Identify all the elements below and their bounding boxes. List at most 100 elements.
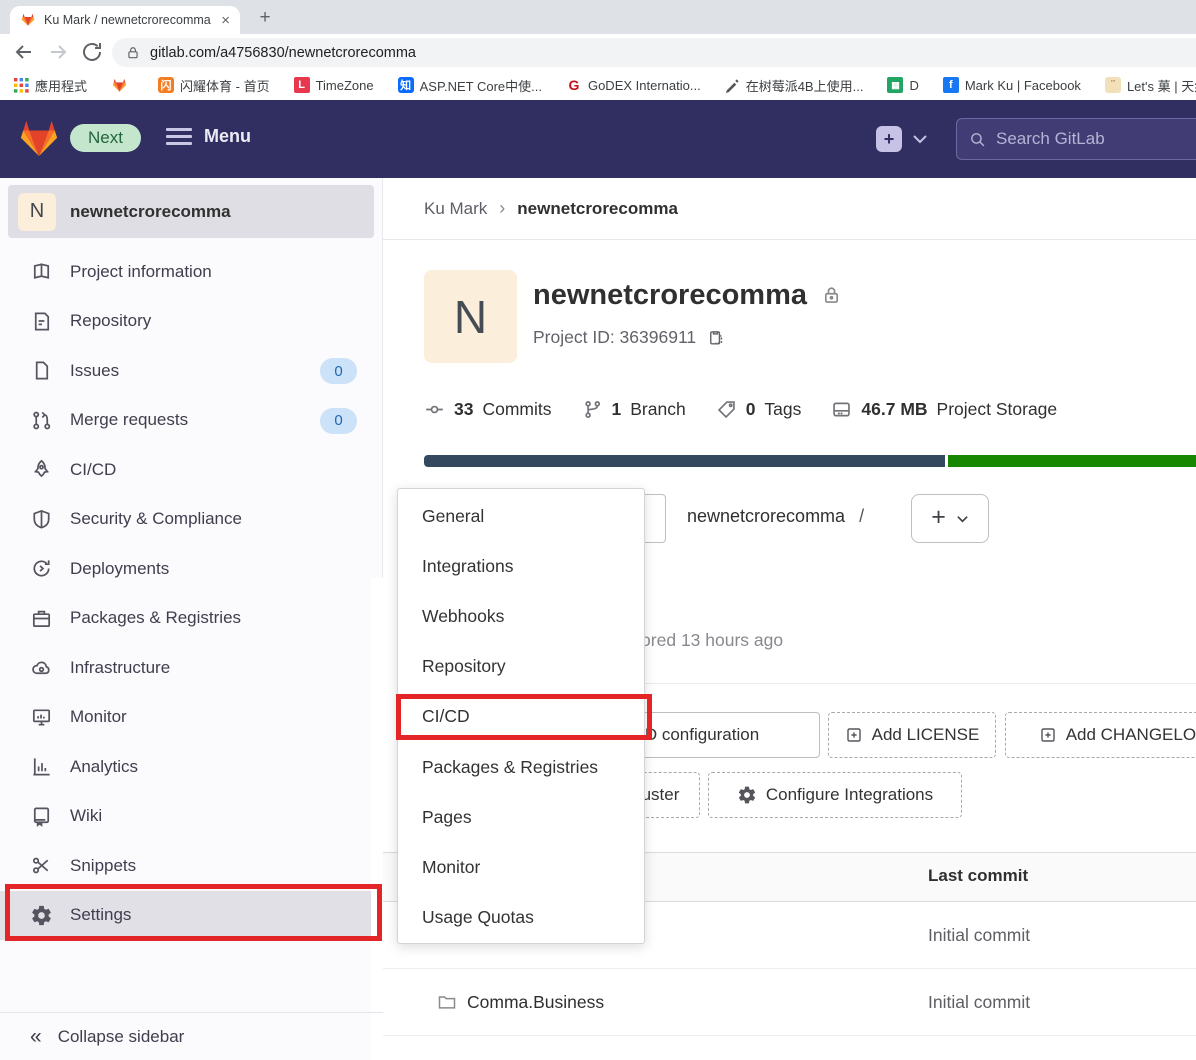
browser-tab[interactable]: Ku Mark / newnetcrorecomma ×: [10, 6, 240, 34]
url-text: gitlab.com/a4756830/newnetcrorecomma: [150, 45, 416, 61]
package-icon: [30, 607, 53, 630]
bookmark-label: TimeZone: [316, 78, 374, 93]
infrastructure-icon: [30, 656, 53, 679]
create-new-button[interactable]: +: [876, 126, 902, 152]
language-segment-green: [948, 455, 1196, 467]
deployments-icon: [30, 557, 53, 580]
sidebar-item-issues[interactable]: Issues 0: [0, 346, 383, 396]
commit-icon: [424, 399, 445, 420]
shan-favicon-icon: 闪: [158, 77, 174, 93]
bookmark-aspnet[interactable]: 知 ASP.NET Core中使...: [398, 76, 542, 95]
apps-grid-icon: [14, 78, 29, 93]
timezone-favicon-icon: L: [294, 77, 310, 93]
address-bar[interactable]: gitlab.com/a4756830/newnetcrorecomma: [112, 38, 1196, 67]
settings-menu-item-pages[interactable]: Pages: [398, 792, 644, 842]
collapse-sidebar-button[interactable]: « Collapse sidebar: [0, 1012, 383, 1060]
snippets-scissors-icon: [30, 854, 53, 877]
new-tab-button[interactable]: +: [252, 5, 278, 31]
stat-commits[interactable]: 33Commits: [424, 399, 552, 420]
sidebar-item-security-compliance[interactable]: Security & Compliance: [0, 495, 383, 545]
sidebar-item-monitor[interactable]: Monitor: [0, 693, 383, 743]
repo-path: newnetcrorecomma /: [687, 506, 864, 527]
last-commit-link[interactable]: Initial commit: [928, 992, 1030, 1013]
sidebar-item-project-information[interactable]: Project information: [0, 247, 383, 297]
gitlab-favicon-icon: [20, 12, 36, 28]
gitlab-logo-icon[interactable]: [16, 116, 62, 162]
breadcrumb-current[interactable]: newnetcrorecomma: [517, 199, 678, 219]
branch-icon: [582, 399, 603, 420]
settings-menu-item-webhooks[interactable]: Webhooks: [398, 591, 644, 641]
stat-branches[interactable]: 1Branch: [582, 399, 686, 420]
search-input[interactable]: [996, 129, 1166, 149]
last-commit-link[interactable]: Initial commit: [928, 925, 1030, 946]
reload-button[interactable]: [80, 40, 104, 64]
copy-project-id-icon[interactable]: [706, 328, 725, 347]
table-row[interactable]: Comma.Business Initial commit: [383, 969, 1196, 1036]
bookmarks-bar: 應用程式 闪 闪耀体育 - 首页 L TimeZone 知 ASP.NET Co…: [0, 70, 1196, 100]
plus-icon: +: [931, 503, 946, 532]
bookmark-raspberry[interactable]: 在树莓派4B上使用...: [725, 76, 864, 95]
gitlab-fox-icon: [111, 77, 128, 94]
project-avatar: N: [18, 193, 56, 231]
sidebar-item-merge-requests[interactable]: Merge requests 0: [0, 396, 383, 446]
shield-icon: [30, 508, 53, 531]
rocket-icon: [30, 458, 53, 481]
table-row[interactable]: Comma.Core Initial commit: [383, 1036, 1196, 1060]
sidebar-project-header[interactable]: N newnetcrorecomma: [8, 185, 374, 238]
chevron-down-icon[interactable]: [912, 133, 928, 145]
sidebar-item-wiki[interactable]: Wiki: [0, 792, 383, 842]
bookmark-lets-guo[interactable]: ¨ Let's 菓 | 天然果乾...: [1105, 76, 1196, 95]
bookmark-timezone[interactable]: L TimeZone: [294, 77, 374, 93]
sidebar-item-cicd[interactable]: CI/CD: [0, 445, 383, 495]
settings-menu-item-monitor[interactable]: Monitor: [398, 842, 644, 892]
menu-button[interactable]: Menu: [166, 124, 251, 149]
collapse-sidebar-label: Collapse sidebar: [58, 1027, 185, 1047]
bookmark-apps[interactable]: 應用程式: [14, 76, 87, 95]
hamburger-icon: [166, 124, 192, 149]
stat-tags[interactable]: 0Tags: [716, 399, 802, 420]
sidebar-item-label: Issues: [70, 361, 119, 381]
back-button[interactable]: [12, 40, 36, 64]
sidebar-item-packages-registries[interactable]: Packages & Registries: [0, 594, 383, 644]
bookmark-godex[interactable]: G GoDEX Internatio...: [566, 77, 701, 93]
search-icon: [969, 131, 986, 148]
settings-menu-item-general[interactable]: General: [398, 491, 644, 541]
bookmark-facebook[interactable]: f Mark Ku | Facebook: [943, 77, 1081, 93]
settings-menu-item-integrations[interactable]: Integrations: [398, 541, 644, 591]
sidebar-item-repository[interactable]: Repository: [0, 297, 383, 347]
settings-menu-item-usage-quotas[interactable]: Usage Quotas: [398, 893, 644, 943]
folder-icon: [437, 992, 457, 1012]
breadcrumb-parent[interactable]: Ku Mark: [424, 199, 487, 219]
configure-integrations-button[interactable]: Configure Integrations: [708, 772, 962, 818]
file-name-link[interactable]: Comma.Business: [467, 992, 604, 1013]
settings-menu-item-repository[interactable]: Repository: [398, 642, 644, 692]
global-search[interactable]: [956, 118, 1196, 160]
bookmark-sheet[interactable]: ▦ D: [887, 77, 918, 93]
sidebar-scrollbar[interactable]: [371, 578, 383, 1060]
project-info-icon: [30, 260, 53, 283]
bookmark-shanyao[interactable]: 闪 闪耀体育 - 首页: [158, 76, 270, 95]
next-badge[interactable]: Next: [70, 124, 141, 152]
stat-storage[interactable]: 46.7 MBProject Storage: [831, 399, 1057, 420]
annotation-box-settings: [5, 884, 382, 941]
settings-menu-item-packages-registries[interactable]: Packages & Registries: [398, 742, 644, 792]
tab-close-icon[interactable]: ×: [221, 12, 230, 29]
forward-button[interactable]: [46, 40, 70, 64]
breadcrumb: Ku Mark › newnetcrorecomma: [424, 198, 678, 219]
sidebar-item-analytics[interactable]: Analytics: [0, 742, 383, 792]
bookmark-gitlab[interactable]: [111, 77, 134, 94]
add-changelog-button[interactable]: Add CHANGELOG: [1005, 712, 1196, 758]
disk-icon: [831, 399, 852, 420]
repo-path-project[interactable]: newnetcrorecomma: [687, 506, 845, 527]
private-lock-icon: [821, 285, 842, 306]
language-bar[interactable]: [424, 455, 1196, 467]
project-title-row: newnetcrorecomma: [533, 279, 842, 312]
add-file-dropdown-button[interactable]: +: [911, 494, 989, 543]
add-license-button[interactable]: Add LICENSE: [828, 712, 996, 758]
sidebar-item-deployments[interactable]: Deployments: [0, 544, 383, 594]
repo-path-separator: /: [859, 506, 864, 527]
sidebar-item-infrastructure[interactable]: Infrastructure: [0, 643, 383, 693]
project-title: newnetcrorecomma: [533, 279, 807, 312]
sidebar-item-label: Security & Compliance: [70, 509, 242, 529]
plus-square-icon: [1039, 726, 1057, 744]
